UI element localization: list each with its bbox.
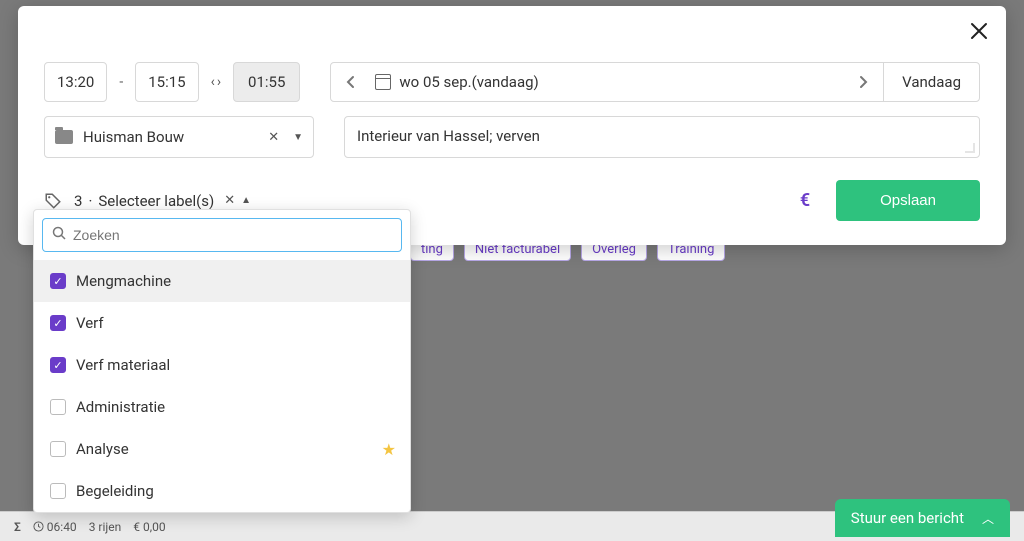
footer-amount: € 0,00 bbox=[133, 520, 165, 534]
label-option[interactable]: Mengmachine bbox=[34, 260, 410, 302]
billable-toggle[interactable]: € bbox=[786, 190, 824, 211]
label-prompt: Selecteer label(s) bbox=[98, 192, 214, 210]
label-option-text: Begeleiding bbox=[76, 482, 154, 500]
save-button[interactable]: Opslaan bbox=[836, 180, 980, 221]
project-name: Huisman Bouw bbox=[83, 128, 254, 146]
label-option[interactable]: Analyse ★ bbox=[34, 428, 410, 470]
calendar-icon bbox=[375, 74, 391, 90]
date-next-button[interactable] bbox=[843, 63, 883, 101]
label-option-text: Analyse bbox=[76, 440, 129, 458]
time-next-button[interactable]: › bbox=[217, 74, 221, 90]
folder-icon bbox=[55, 130, 73, 144]
checkbox-unchecked-icon bbox=[50, 399, 66, 415]
label-option-text: Mengmachine bbox=[76, 272, 171, 290]
label-option[interactable]: Verf materiaal bbox=[34, 344, 410, 386]
checkbox-unchecked-icon bbox=[50, 483, 66, 499]
date-display: wo 05 sep.(vandaag) bbox=[399, 73, 538, 91]
footer-duration: 06:40 bbox=[33, 520, 77, 534]
chevron-right-icon bbox=[857, 75, 869, 89]
label-count: 3 bbox=[74, 192, 82, 210]
search-icon bbox=[52, 226, 66, 244]
label-dropdown: Mengmachine Verf Verf materiaal Administ… bbox=[33, 209, 411, 513]
label-option[interactable]: Verf bbox=[34, 302, 410, 344]
label-search-input[interactable] bbox=[42, 218, 402, 252]
description-input[interactable]: Interieur van Hassel; verven bbox=[344, 116, 980, 158]
label-option[interactable]: Administratie bbox=[34, 386, 410, 428]
chevron-up-icon: ︿ bbox=[982, 510, 994, 527]
close-button[interactable] bbox=[970, 22, 988, 45]
checkbox-checked-icon bbox=[50, 357, 66, 373]
checkbox-unchecked-icon bbox=[50, 441, 66, 457]
send-message-button[interactable]: Stuur een bericht ︿ bbox=[835, 499, 1010, 537]
close-icon bbox=[970, 22, 988, 40]
clock-icon bbox=[33, 521, 44, 532]
project-clear-button[interactable]: ✕ bbox=[264, 130, 283, 145]
labels-clear-button[interactable]: ✕ bbox=[224, 193, 235, 208]
labels-dropdown-caret[interactable]: ▲ bbox=[241, 195, 251, 206]
project-select[interactable]: Huisman Bouw ✕ ▼ bbox=[44, 116, 314, 158]
checkbox-checked-icon bbox=[50, 273, 66, 289]
label-selector[interactable]: 3 · Selecteer label(s) ✕ ▲ bbox=[74, 192, 251, 210]
chevron-left-icon bbox=[345, 75, 357, 89]
duration-display: 01:55 bbox=[233, 62, 300, 102]
checkbox-checked-icon bbox=[50, 315, 66, 331]
sigma-icon: Σ bbox=[14, 520, 21, 534]
project-dropdown-caret[interactable]: ▼ bbox=[293, 132, 303, 143]
label-option-text: Verf materiaal bbox=[76, 356, 170, 374]
time-separator: - bbox=[117, 74, 125, 90]
end-time-input[interactable]: 15:15 bbox=[135, 62, 198, 102]
tag-icon bbox=[44, 192, 62, 210]
date-picker[interactable]: wo 05 sep.(vandaag) bbox=[371, 63, 843, 101]
message-button-label: Stuur een bericht bbox=[851, 509, 964, 527]
start-time-input[interactable]: 13:20 bbox=[44, 62, 107, 102]
today-button[interactable]: Vandaag bbox=[883, 63, 979, 101]
time-prev-button[interactable]: ‹ bbox=[211, 74, 215, 90]
date-prev-button[interactable] bbox=[331, 63, 371, 101]
label-option-text: Verf bbox=[76, 314, 104, 332]
label-option[interactable]: Begeleiding bbox=[34, 470, 410, 512]
footer-rows: 3 rijen bbox=[89, 520, 122, 534]
star-icon: ★ bbox=[382, 440, 396, 459]
label-option-text: Administratie bbox=[76, 398, 165, 416]
